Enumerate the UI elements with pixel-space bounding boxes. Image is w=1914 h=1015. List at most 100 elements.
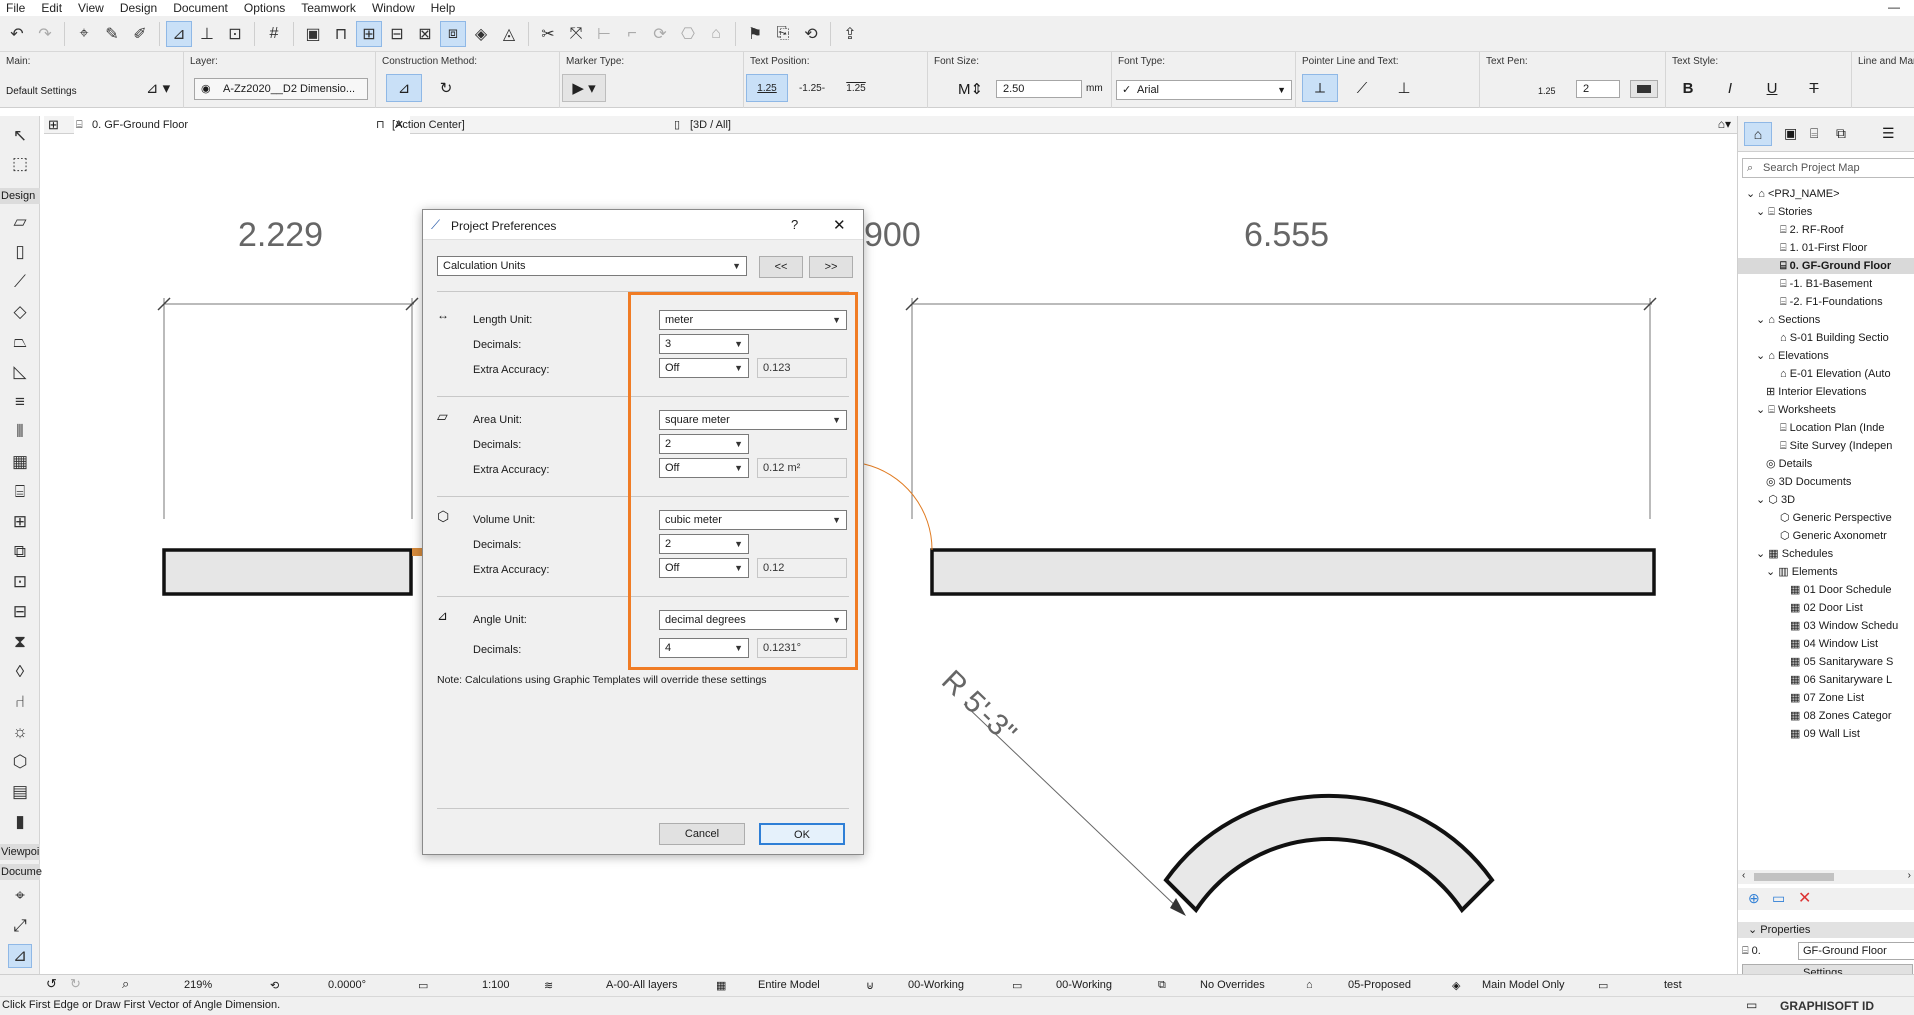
ok-button[interactable]: OK (759, 823, 845, 845)
shading-icon[interactable]: ◬ (496, 21, 522, 47)
eyedropper-icon[interactable]: ✎ (99, 21, 125, 47)
underline-button[interactable]: U (1754, 74, 1790, 102)
panel-tool-icon[interactable]: ▮ (8, 810, 32, 834)
tree-details[interactable]: ◎ Details (1766, 456, 1812, 472)
tree-schedule-09[interactable]: ▦ 09 Wall List (1790, 726, 1860, 742)
beam-tool-icon[interactable]: ⟋ (8, 270, 32, 294)
lock-icon[interactable]: ⊓ (328, 21, 354, 47)
shift-icon[interactable]: ⎔ (675, 21, 701, 47)
publisher-sets-icon[interactable]: ⧉ (1836, 125, 1846, 142)
find-select-icon[interactable]: ⌖ (71, 21, 97, 47)
drawing-icon[interactable]: ▭ (1598, 979, 1608, 992)
marker-type-select[interactable]: ▶ ▾ (562, 74, 606, 102)
snap-guides-icon[interactable]: ⊿ (166, 20, 192, 47)
tab-options-icon[interactable]: ⌂▾ (1718, 117, 1731, 131)
menu-teamwork[interactable]: Teamwork (293, 0, 364, 16)
tree-section-s01[interactable]: ⌂ S-01 Building Sectio (1780, 330, 1889, 346)
graphic-override-icon[interactable]: ⧉ (1158, 979, 1166, 992)
undo-view-icon[interactable]: ↺ (46, 976, 57, 992)
tree-schedule-04[interactable]: ▦ 04 Window List (1790, 636, 1878, 652)
redo-icon[interactable]: ↷ (32, 21, 58, 47)
publisher-icon[interactable]: ⎘ (770, 21, 796, 47)
adjust-icon[interactable]: ⤧ (563, 21, 589, 47)
tree-schedule-01[interactable]: ▦ 01 Door Schedule (1790, 582, 1892, 598)
undo-icon[interactable]: ↶ (4, 21, 30, 47)
graphisoft-id-label[interactable]: GRAPHISOFT ID (1780, 999, 1874, 1013)
test-value[interactable]: test (1664, 979, 1682, 991)
next-page-button[interactable]: >> (809, 256, 853, 278)
shell-tool-icon[interactable]: ◺ (8, 360, 32, 384)
tree-story-basement[interactable]: ⌸ -1. B1-Basement (1780, 276, 1872, 292)
category-select[interactable]: Calculation Units ▼ (437, 256, 747, 276)
delete-icon[interactable]: ✕ (1798, 888, 1811, 908)
pointer-style-b-button[interactable]: ⟋ (1344, 74, 1380, 102)
text-pen-input[interactable]: 2 (1576, 80, 1620, 98)
floor-plan-canvas[interactable]: 2.229 900 6.555 R 5'-3" (44, 134, 1737, 954)
text-position-above-button[interactable]: 1.25 (746, 74, 788, 102)
marquee-icon[interactable]: ⬚ (8, 152, 32, 176)
project-map-icon[interactable]: ⌂ (1744, 122, 1772, 146)
navigator-menu-icon[interactable]: ☰ (1882, 125, 1895, 142)
ib-main-settings-button[interactable]: ⊿ ▾ (136, 74, 180, 102)
tree-3d-documents[interactable]: ◎ 3D Documents (1766, 474, 1851, 490)
group-icon[interactable]: ⊠ (412, 21, 438, 47)
fillet-icon[interactable]: ⌐ (619, 21, 645, 47)
toolbox-viewpoint-header[interactable]: Viewpoi (0, 844, 40, 860)
tree-interior-elevations[interactable]: ⊞ Interior Elevations (1766, 384, 1866, 400)
tree-stories[interactable]: ⌄ ⌸ Stories (1756, 204, 1812, 220)
font-type-select[interactable]: ✓ Arial ▼ (1116, 80, 1292, 100)
tree-project-root[interactable]: ⌄ ⌂ <PRJ_NAME> (1746, 186, 1840, 202)
scale-icon[interactable]: ▭ (418, 979, 428, 992)
tree-story-foundations[interactable]: ⌸ -2. F1-Foundations (1780, 294, 1883, 310)
tree-elements[interactable]: ⌄ ▥ Elements (1766, 564, 1838, 580)
injector-icon[interactable]: ✐ (127, 21, 153, 47)
send-changes-icon[interactable]: ⇪ (837, 21, 863, 47)
stair-tool-icon[interactable]: ≡ (8, 390, 32, 414)
curved-wall[interactable] (1163, 793, 1495, 914)
morph-tool-icon[interactable]: ◊ (8, 660, 32, 684)
cancel-button[interactable]: Cancel (659, 823, 745, 845)
menu-document[interactable]: Document (165, 0, 236, 16)
tree-worksheet-location[interactable]: ⌸ Location Plan (Inde (1780, 420, 1884, 436)
tree-3d-perspective[interactable]: ⬡ Generic Perspective (1780, 510, 1892, 526)
menu-view[interactable]: View (70, 0, 112, 16)
menu-options[interactable]: Options (236, 0, 293, 16)
level-dimension-icon[interactable]: ⤢ (8, 914, 32, 938)
model-view-icon[interactable]: ▦ (716, 979, 726, 992)
tree-worksheet-site[interactable]: ⌸ Site Survey (Indepen (1780, 438, 1892, 454)
scroll-thumb[interactable] (1754, 873, 1834, 881)
roof-icon[interactable]: ⌂ (703, 21, 729, 47)
zoom-value[interactable]: 219% (184, 979, 212, 991)
tree-schedule-05[interactable]: ▦ 05 Sanitaryware S (1790, 654, 1893, 670)
toolbox-document-header[interactable]: Docume (0, 864, 42, 880)
roof-tool-icon[interactable]: ⏢ (8, 330, 32, 354)
angle-dimension-tool-icon[interactable]: ⊿ (8, 944, 32, 968)
tree-story-ground[interactable]: ⌸ 0. GF-Ground Floor (1738, 258, 1914, 274)
skylight-tool-icon[interactable]: ⧉ (8, 540, 32, 564)
dimension-tool-icon[interactable]: ⌖ (8, 884, 32, 908)
construction-method-edge-button[interactable]: ⊿ (386, 74, 422, 102)
grid-snap-icon[interactable]: # (261, 21, 287, 47)
bold-button[interactable]: B (1670, 74, 1706, 102)
curtain-wall-tool-icon[interactable]: ▦ (8, 450, 32, 474)
dialog-help-button[interactable]: ? (791, 217, 798, 232)
tree-elevations[interactable]: ⌄ ⌂ Elevations (1756, 348, 1829, 364)
railing-tool-icon[interactable]: ⫴ (8, 420, 32, 444)
minimize-icon[interactable]: — (1888, 0, 1900, 14)
tab-ground-floor[interactable]: ⌸ 0. GF-Ground Floor ✕ (74, 116, 410, 134)
tree-elevation-e01[interactable]: ⌂ E-01 Elevation (Auto (1780, 366, 1891, 382)
snap-options-icon[interactable]: ⊥ (194, 21, 220, 47)
tree-schedules[interactable]: ⌄ ▦ Schedules (1756, 546, 1833, 562)
text-position-below-button[interactable]: 1.25 (836, 74, 876, 102)
construction-method-vector-button[interactable]: ↻ (428, 74, 464, 102)
tree-3d[interactable]: ⌄ ⬡ 3D (1756, 492, 1795, 508)
column-tool-icon[interactable]: ▯ (8, 240, 32, 264)
strikethrough-button[interactable]: T (1796, 74, 1832, 102)
pen-color-swatch[interactable] (1630, 80, 1658, 98)
mesh-tool-icon[interactable]: ⧗ (8, 630, 32, 654)
trace-icon[interactable]: ⊞ (356, 20, 382, 47)
model-view-value[interactable]: Entire Model (758, 979, 820, 991)
tree-schedule-06[interactable]: ▦ 06 Sanitaryware L (1790, 672, 1892, 688)
tab-3d[interactable]: ▯ [3D / All] (672, 116, 1008, 134)
tree-3d-axonometry[interactable]: ⬡ Generic Axonometr (1780, 528, 1887, 544)
